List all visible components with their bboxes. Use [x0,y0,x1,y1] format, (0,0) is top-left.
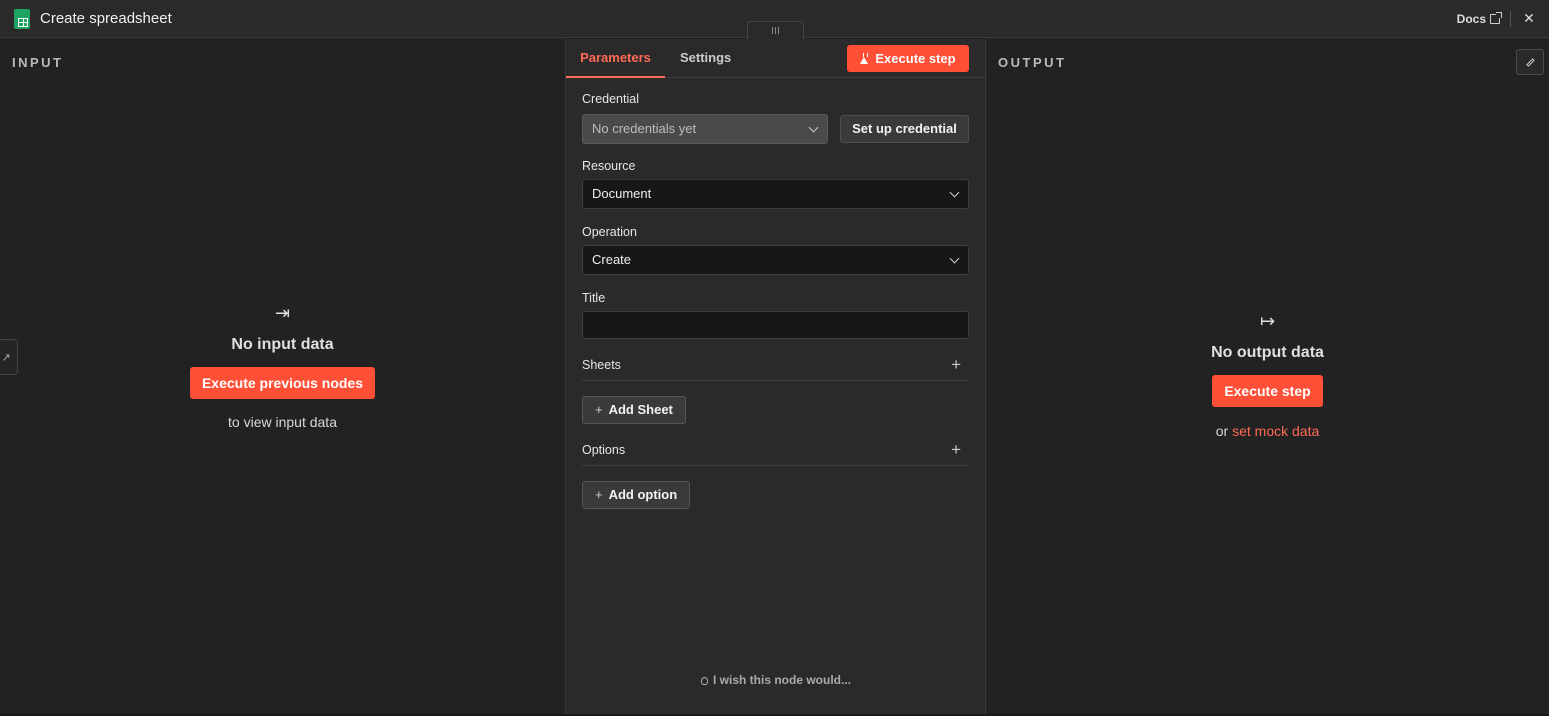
feedback-label: I wish this node would... [713,673,851,687]
output-empty-subtitle: or set mock data [986,423,1549,439]
plus-icon[interactable]: + [951,441,961,458]
sheets-label: Sheets [582,358,621,372]
execute-step-button[interactable]: Execute step [847,45,969,72]
header-actions: Docs ✕ [1457,10,1537,27]
feedback-link[interactable]: I wish this node would... [566,673,986,687]
title-label: Title [582,291,606,305]
arrow-right-to-line-icon: ⇥ [274,303,291,323]
google-sheets-icon [14,8,30,29]
input-empty-state: ⇥ No input data Execute previous nodes t… [0,303,565,430]
tab-parameters[interactable]: Parameters [566,39,665,78]
chevron-down-icon [949,187,960,198]
grip-line [778,27,779,34]
docs-link[interactable]: Docs [1456,11,1502,26]
node-title[interactable]: Create spreadsheet [40,10,172,27]
parameter-tabs: Parameters Settings Execute step [566,39,986,78]
or-text: or [1215,423,1229,439]
output-panel: OUTPUT ↦ No output data Execute step or … [986,39,1549,714]
execute-previous-nodes-button[interactable]: Execute previous nodes [189,367,376,399]
credential-label: Credential [582,92,639,106]
options-label: Options [582,443,626,457]
edit-output-button[interactable] [1516,49,1544,75]
parameters-panel: Parameters Settings Execute step Credent… [566,39,986,714]
tab-settings[interactable]: Settings [680,39,731,78]
panel-drag-handle[interactable] [747,21,804,39]
input-panel-label: INPUT [12,55,64,70]
plus-icon: + [595,402,603,417]
close-icon[interactable]: ✕ [1521,10,1537,27]
chevron-down-icon [808,122,819,133]
set-up-credential-button[interactable]: Set up credential [840,115,969,143]
operation-select-value: Create [592,252,632,267]
resource-select-value: Document [592,186,652,201]
credential-select[interactable]: No credentials yet [582,114,828,144]
sheets-section: Sheets + [582,351,969,381]
header-divider [1510,10,1511,27]
arrow-right-from-line-icon: ↦ [1259,311,1276,331]
node-editor-modal: Create spreadsheet Docs ✕ INPUT ↗ ⇥ No i… [0,0,1549,716]
title-input[interactable] [582,311,969,339]
flask-icon [860,53,869,64]
resource-select[interactable]: Document [582,179,969,209]
grip-line [772,27,773,34]
output-empty-title: No output data [1211,344,1324,361]
plus-icon[interactable]: + [951,356,961,373]
docs-label: Docs [1456,11,1486,26]
operation-select[interactable]: Create [582,245,969,275]
lightbulb-icon [701,677,708,685]
input-empty-title: No input data [231,336,334,353]
input-panel: INPUT ↗ ⇥ No input data Execute previous… [0,39,566,714]
grip-line [775,27,776,34]
set-mock-data-link[interactable]: set mock data [1232,423,1319,439]
pencil-icon [1525,57,1535,67]
add-option-button[interactable]: + Add option [582,481,691,509]
execute-step-label: Execute step [875,51,956,66]
output-empty-state: ↦ No output data Execute step or set moc… [986,311,1549,439]
operation-label: Operation [582,225,637,239]
output-panel-label: OUTPUT [998,55,1067,70]
add-option-label: Add option [608,487,678,502]
chevron-down-icon [949,253,960,264]
add-sheet-label: Add Sheet [608,402,673,417]
input-empty-subtitle: to view input data [228,414,337,430]
credential-select-value: No credentials yet [592,121,697,136]
add-sheet-button[interactable]: + Add Sheet [582,396,686,424]
external-link-icon [1490,11,1502,24]
resource-label: Resource [582,159,636,173]
execute-step-output-button[interactable]: Execute step [1212,375,1323,407]
plus-icon: + [595,487,603,502]
options-section: Options + [582,436,969,466]
